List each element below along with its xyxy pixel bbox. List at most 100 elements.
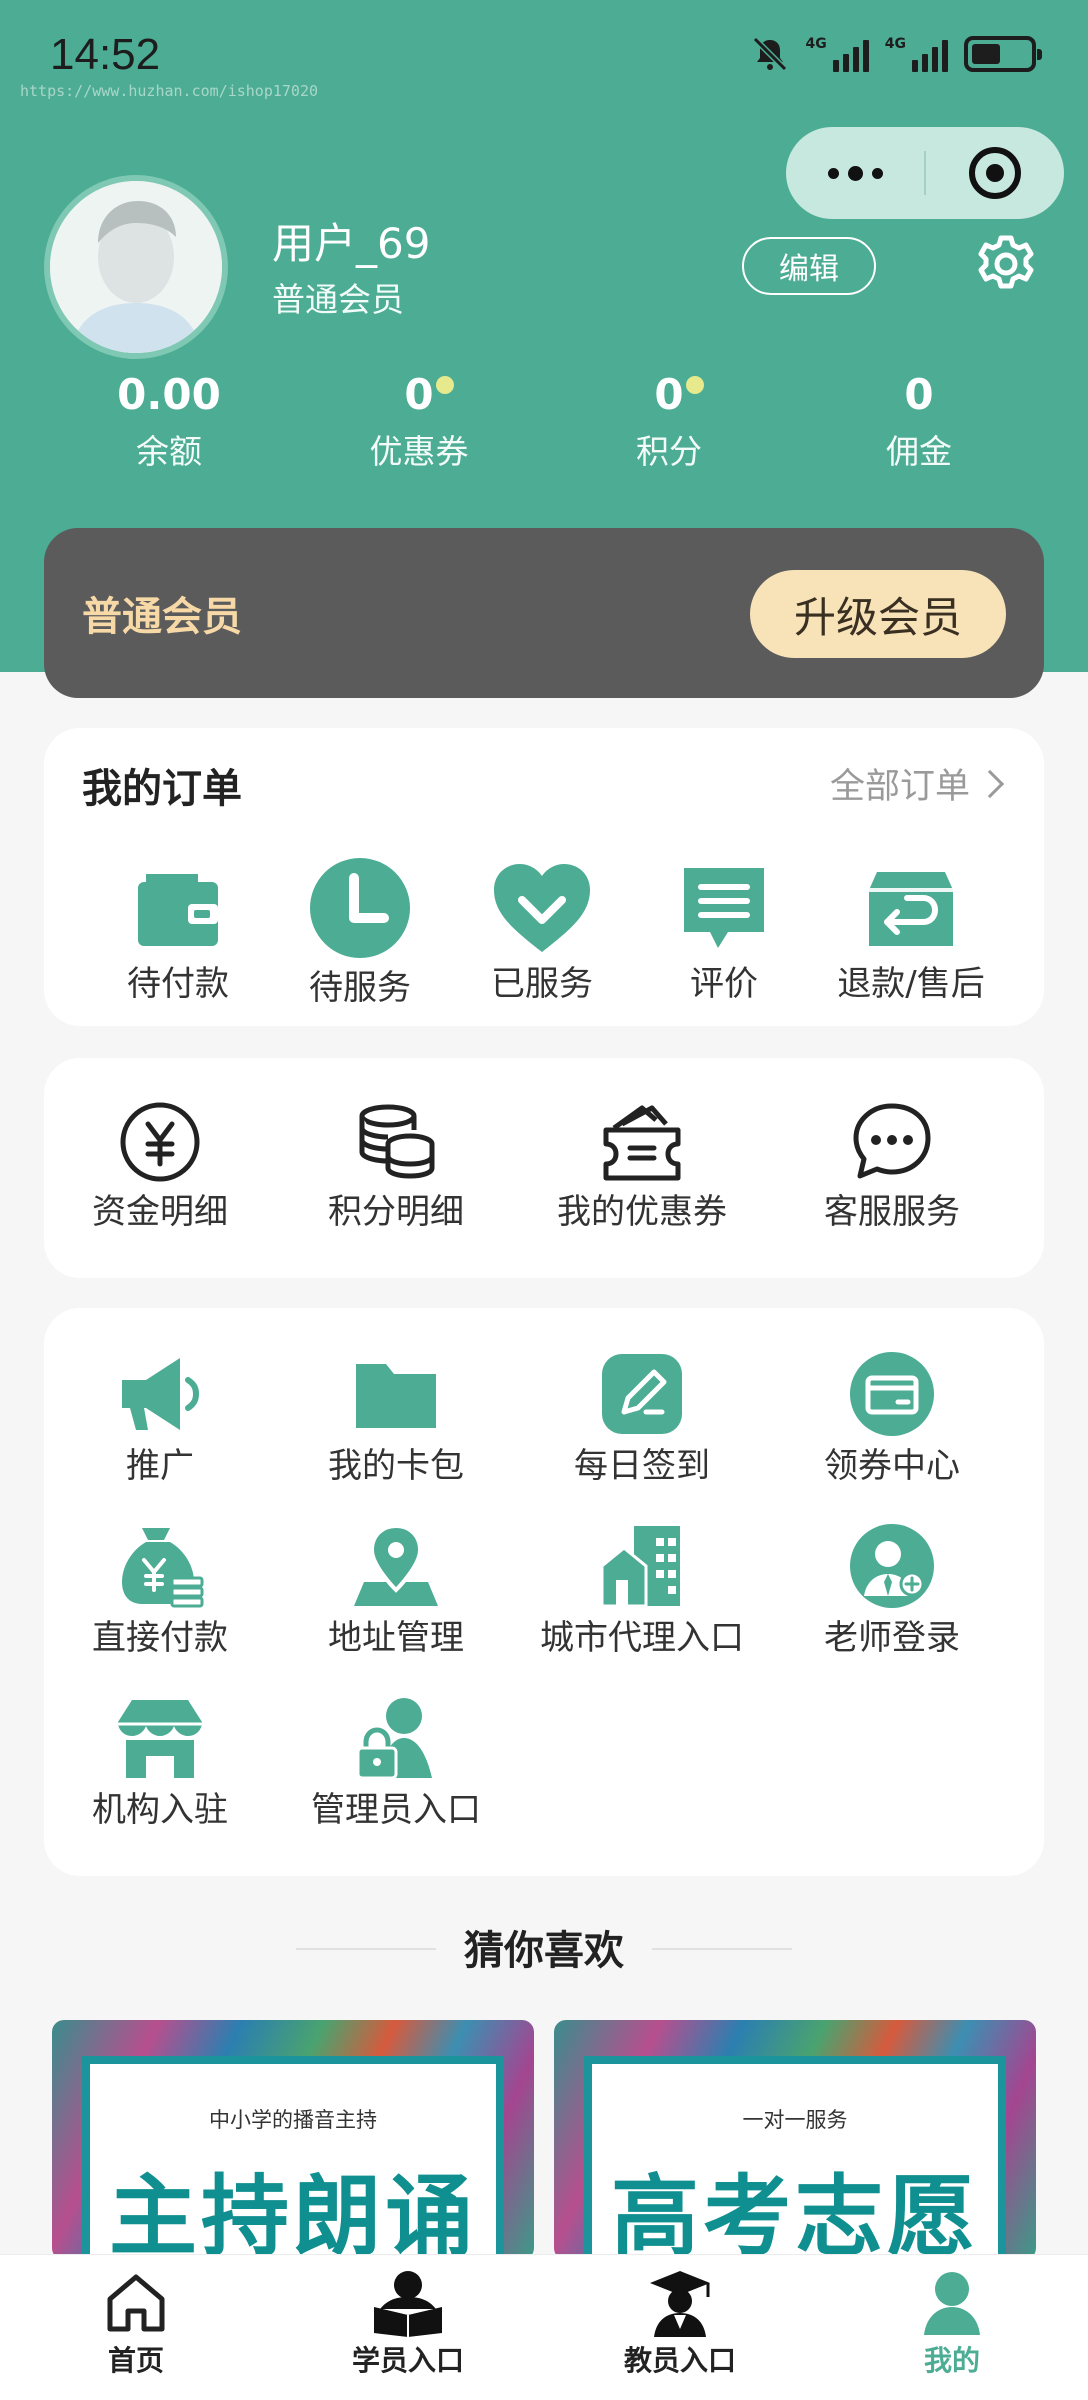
chevron-right-icon	[975, 769, 1005, 798]
watermark: https://www.huzhan.com/ishop17020	[20, 82, 319, 100]
stat-balance[interactable]: 0.00 余额	[44, 370, 294, 473]
divider-right	[652, 1948, 792, 1950]
tool-admin-entry[interactable]: 管理员入口	[300, 1694, 492, 1831]
stats-row: 0.00 余额 0 优惠券 0 积分 0 佣金	[0, 370, 1088, 480]
tool-coupon-center[interactable]: 领券中心	[796, 1350, 988, 1487]
my-coupons[interactable]: 我的优惠券	[536, 1100, 748, 1233]
new-badge-dot	[435, 376, 454, 394]
user-level: 普通会员	[272, 280, 404, 319]
status-time: 14:52	[50, 30, 161, 79]
tool-address[interactable]: 地址管理	[300, 1522, 492, 1659]
tab-label: 教员入口	[623, 2344, 736, 2377]
order-review[interactable]: 评价	[634, 860, 814, 1005]
refund-box-icon	[869, 872, 953, 946]
order-label: 待付款	[127, 964, 229, 1004]
graduate-icon	[650, 2271, 710, 2337]
stat-label: 余额	[136, 432, 202, 471]
all-orders-label: 全部订单	[829, 767, 970, 807]
order-label: 评价	[690, 964, 758, 1004]
customer-service[interactable]: 客服服务	[796, 1100, 988, 1233]
megaphone-icon	[122, 1358, 200, 1430]
order-pending-payment[interactable]: 待付款	[88, 860, 268, 1005]
promo-title: 主持朗诵	[108, 2165, 477, 2260]
fund-label: 客服服务	[824, 1192, 960, 1232]
location-pin-icon	[354, 1523, 438, 1606]
coins-stack-icon	[359, 1104, 435, 1179]
tool-label: 老师登录	[824, 1618, 960, 1658]
tool-label: 领券中心	[824, 1446, 960, 1486]
tab-teacher[interactable]: 教员入口	[544, 2255, 816, 2400]
orders-title: 我的订单	[82, 766, 242, 812]
default-avatar-icon	[50, 181, 222, 353]
guess-you-like-header: 猜你喜欢	[0, 1918, 1088, 1978]
stat-label: 积分	[636, 432, 702, 471]
stat-value: 0.00	[117, 370, 221, 419]
fund-label: 我的优惠券	[557, 1192, 727, 1232]
clock-icon	[310, 858, 410, 958]
tool-direct-pay[interactable]: 直接付款	[64, 1522, 256, 1659]
all-orders-link[interactable]: 全部订单	[829, 758, 1005, 809]
funds-card: 资金明细 积分明细 我的优惠券 客服服务	[44, 1058, 1044, 1278]
tool-institution[interactable]: 机构入驻	[64, 1694, 256, 1831]
signal-icon-2: 4G	[885, 36, 948, 72]
tool-label: 城市代理入口	[540, 1618, 744, 1658]
home-icon	[107, 2274, 165, 2332]
tool-label: 我的卡包	[328, 1446, 464, 1486]
promo-card-college[interactable]: 一对一服务 高考志愿	[554, 2020, 1036, 2260]
coupon-icon	[603, 1105, 681, 1181]
stat-coupons[interactable]: 0 优惠券	[294, 370, 544, 473]
tool-teacher-login[interactable]: 老师登录	[796, 1522, 988, 1659]
fund-label: 积分明细	[328, 1192, 464, 1232]
member-card: 普通会员 升级会员	[44, 528, 1044, 698]
tool-label: 管理员入口	[311, 1790, 481, 1830]
order-label: 退款/售后	[837, 964, 985, 1004]
promo-subtitle: 一对一服务	[742, 2108, 848, 2132]
points-detail[interactable]: 积分明细	[300, 1100, 492, 1233]
stat-points[interactable]: 0 积分	[544, 370, 794, 473]
wallet-icon	[138, 874, 218, 946]
tab-label: 学员入口	[351, 2344, 464, 2377]
order-pending-service[interactable]: 待服务	[270, 856, 450, 1009]
tab-label: 我的	[923, 2344, 980, 2377]
stat-label: 佣金	[886, 432, 952, 471]
order-refund[interactable]: 退款/售后	[816, 860, 1006, 1005]
upgrade-member-button[interactable]: 升级会员	[750, 570, 1006, 658]
guess-title: 猜你喜欢	[464, 1928, 624, 1974]
tool-label: 直接付款	[92, 1618, 228, 1658]
username: 用户_69	[272, 219, 431, 268]
avatar[interactable]	[44, 175, 228, 359]
tool-promote[interactable]: 推广	[64, 1350, 256, 1487]
store-icon	[118, 1700, 202, 1778]
promo-inner: 中小学的播音主持 主持朗诵	[82, 2056, 504, 2260]
yen-circle-icon	[120, 1102, 200, 1182]
edit-sign-icon	[602, 1354, 682, 1434]
tool-label: 推广	[126, 1446, 194, 1486]
city-building-icon	[600, 1526, 680, 1608]
order-served[interactable]: 已服务	[452, 860, 632, 1005]
tools-card: 推广 我的卡包 每日签到 领券中心 直接付款 地址管理 城市代理入口 老师登录 …	[44, 1308, 1044, 1876]
edit-profile-button[interactable]: 编辑	[742, 237, 876, 295]
comment-icon	[684, 868, 764, 948]
tab-home[interactable]: 首页	[0, 2255, 272, 2400]
money-bag-icon	[122, 1528, 204, 1608]
more-dots-icon[interactable]	[786, 127, 924, 219]
orders-card: 我的订单 全部订单 待付款 待服务 已服务 评价 退款/售后	[44, 728, 1044, 1026]
promo-inner: 一对一服务 高考志愿	[584, 2056, 1006, 2260]
tool-card-wallet[interactable]: 我的卡包	[300, 1350, 492, 1487]
tab-student[interactable]: 学员入口	[272, 2255, 544, 2400]
tool-city-agent[interactable]: 城市代理入口	[536, 1522, 748, 1659]
tab-mine[interactable]: 我的	[816, 2255, 1088, 2400]
fund-detail[interactable]: 资金明细	[64, 1100, 256, 1233]
promo-subtitle: 中小学的播音主持	[209, 2108, 377, 2132]
member-card-title: 普通会员	[82, 594, 242, 640]
stat-commission[interactable]: 0 佣金	[794, 370, 1044, 473]
admin-lock-icon	[356, 1698, 432, 1780]
order-label: 待服务	[309, 968, 411, 1008]
status-bar: 14:52 https://www.huzhan.com/ishop17020 …	[0, 0, 1088, 110]
target-close-icon[interactable]	[926, 147, 1064, 199]
gear-icon[interactable]	[974, 232, 1038, 296]
tool-daily-checkin[interactable]: 每日签到	[536, 1350, 748, 1487]
promo-card-hosting[interactable]: 中小学的播音主持 主持朗诵	[52, 2020, 534, 2260]
chat-bubble-icon	[853, 1103, 931, 1179]
stat-value: 0	[904, 370, 934, 419]
